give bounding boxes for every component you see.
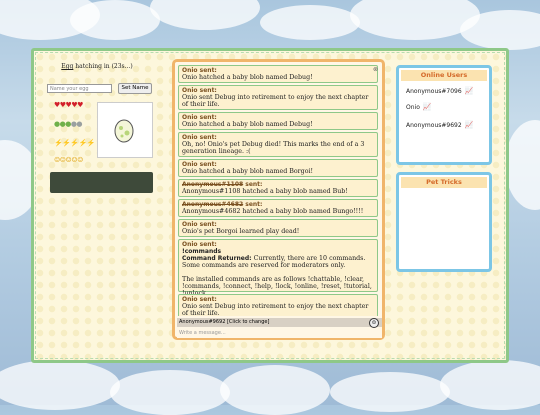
emoji-icon[interactable]: ☺ [369, 318, 379, 328]
food-full: ●●● [54, 120, 71, 128]
chat-message: Anonymous#1108 sent: Anonymous#1108 hatc… [178, 179, 378, 197]
food-meter: ●●●●● [54, 120, 83, 128]
egg-name-input[interactable]: Name your egg [47, 84, 112, 93]
online-user[interactable]: Onio 📈 [406, 103, 432, 111]
chat-message: Onio sent: Onio hatched a baby blob name… [178, 159, 378, 177]
chat-panel: Onio sent: Onio hatched a baby blob name… [172, 59, 385, 340]
chat-message: Onio sent: Onio sent Debug into retireme… [178, 294, 378, 316]
pet-tricks-title: Pet Tricks [401, 177, 487, 188]
close-icon[interactable]: ⊗ [373, 66, 378, 73]
chat-message: Onio sent: Onio's pet Borgoi learned pla… [178, 219, 378, 237]
online-users-panel: Online Users Anonymous#7096 📈 Onio 📈 Anony… [396, 65, 492, 165]
happiness-meter: ☺☺☺☺☺ [54, 156, 83, 164]
egg-status: Egg hatching in (23s...) [61, 63, 133, 70]
pet-tricks-panel: Pet Tricks [396, 172, 492, 272]
chat-message: Onio sent: !commands Command Returned: C… [178, 239, 378, 297]
food-empty: ●● [70, 120, 83, 128]
message-input[interactable]: Write a message... [177, 328, 382, 338]
online-users-title: Online Users [401, 70, 487, 81]
action-bar[interactable] [50, 172, 153, 193]
egg-display[interactable] [97, 102, 153, 158]
chart-icon[interactable]: 📈 [423, 103, 432, 111]
energy-meter: ⚡⚡⚡⚡⚡ [54, 139, 96, 147]
chat-message: Onio sent: Oh, no! Onio's pet Debug died… [178, 132, 378, 157]
chat-message: Onio sent: Onio hatched a baby blob name… [178, 65, 378, 83]
egg-icon [114, 119, 134, 143]
chat-message: Onio sent: Onio sent Debug into retireme… [178, 85, 378, 110]
online-user[interactable]: Anonymous#7096 📈 [406, 87, 473, 95]
username-change-link[interactable]: Anonymous#9692 [Click to change] [177, 318, 382, 327]
set-name-button[interactable]: Set Name [118, 83, 152, 94]
chat-message: Onio sent: Onio hatched a baby blob name… [178, 112, 378, 130]
health-hearts: ♥♥♥♥♥ [54, 101, 83, 109]
chat-messages[interactable]: Onio sent: Onio hatched a baby blob name… [178, 65, 380, 316]
chart-icon[interactable]: 📈 [465, 121, 474, 129]
online-user[interactable]: Anonymous#9692 📈 [406, 121, 473, 129]
chat-message: Anonymous#4682 sent: Anonymous#4682 hatc… [178, 199, 378, 217]
chart-icon[interactable]: 📈 [465, 87, 474, 95]
